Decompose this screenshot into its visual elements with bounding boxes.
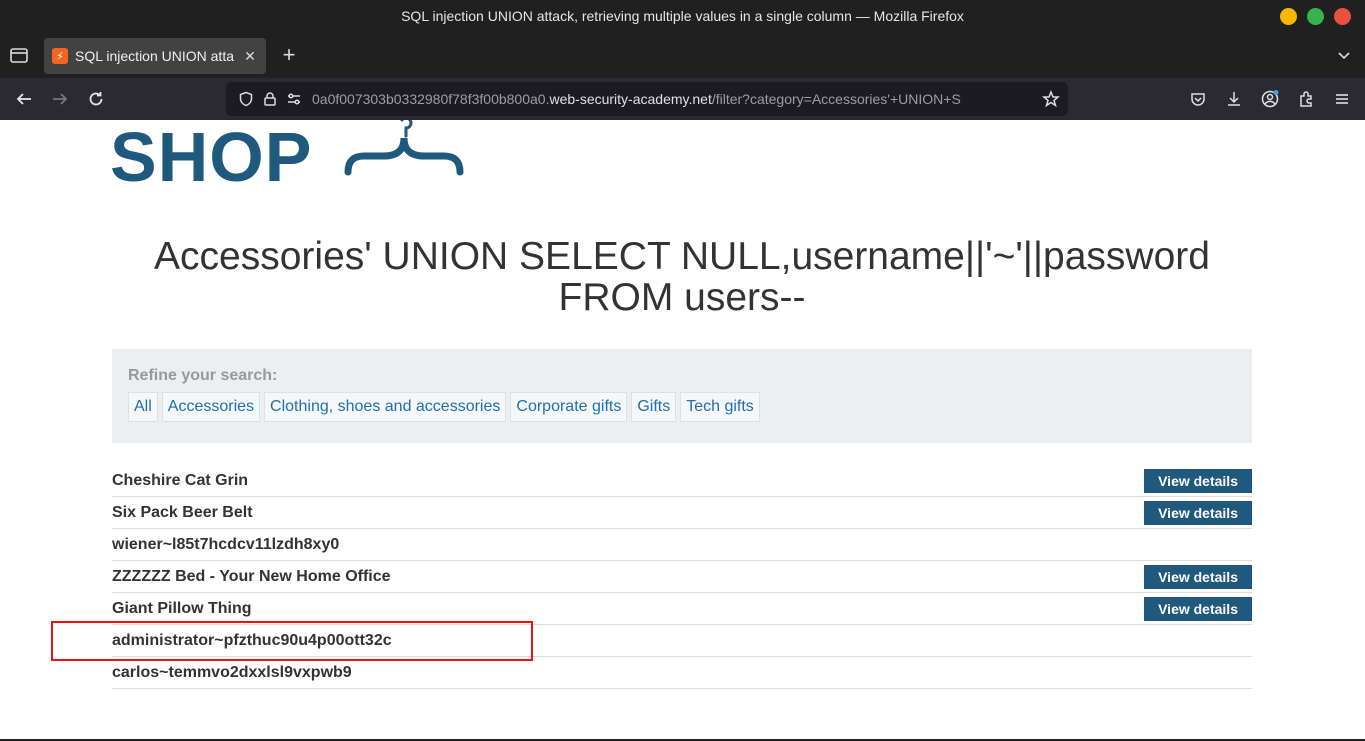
table-row: wiener~l85t7hcdcv11lzdh8xy0 [112, 529, 1252, 561]
filter-all[interactable]: All [128, 392, 158, 422]
tab-list-icon[interactable] [8, 44, 30, 66]
new-tab-button[interactable]: + [278, 44, 300, 66]
product-name: carlos~temmvo2dxxlsl9vxpwb9 [112, 663, 352, 681]
hanger-icon [344, 120, 464, 176]
forward-icon[interactable] [48, 87, 72, 111]
reload-icon[interactable] [84, 87, 108, 111]
refine-search-label: Refine your search: [128, 367, 278, 384]
page-title: Accessories' UNION SELECT NULL,username|… [154, 235, 1210, 319]
table-row: Cheshire Cat Grin View details [112, 465, 1252, 497]
highlight-box [51, 621, 533, 661]
filter-corporate-gifts[interactable]: Corporate gifts [510, 392, 628, 422]
url-text: 0a0f007303b0332980f78f3f00b800a0.web-sec… [312, 91, 1034, 107]
extensions-icon[interactable] [1295, 88, 1317, 110]
product-name: wiener~l85t7hcdcv11lzdh8xy0 [112, 535, 340, 553]
tab-active[interactable]: ⚡ SQL injection UNION atta ✕ [44, 38, 266, 74]
tab-title: SQL injection UNION atta [75, 48, 234, 64]
back-icon[interactable] [12, 87, 36, 111]
view-details-button[interactable]: View details [1144, 468, 1252, 493]
bookmark-star-icon[interactable] [1042, 89, 1060, 108]
logo-text: SHOP [110, 120, 313, 196]
window-title: SQL injection UNION attack, retrieving m… [401, 8, 964, 24]
table-row: ZZZZZZ Bed - Your New Home Office View d… [112, 561, 1252, 593]
maximize-button[interactable] [1307, 8, 1324, 25]
view-details-button[interactable]: View details [1144, 500, 1252, 525]
filter-tech-gifts[interactable]: Tech gifts [680, 392, 760, 422]
tab-bar: ⚡ SQL injection UNION atta ✕ + [0, 34, 1365, 78]
view-details-button[interactable]: View details [1144, 596, 1252, 621]
url-prefix: 0a0f007303b0332980f78f3f00b800a0. [312, 91, 550, 107]
pocket-icon[interactable] [1187, 88, 1209, 110]
site-permissions-icon[interactable] [285, 90, 303, 108]
product-name: Cheshire Cat Grin [112, 471, 249, 489]
navigation-toolbar: 0a0f007303b0332980f78f3f00b800a0.web-sec… [0, 78, 1365, 120]
product-name: Six Pack Beer Belt [112, 503, 253, 521]
web-page: SHOP Accessories' UNION SELECT NULL,user… [0, 120, 1365, 741]
menu-icon[interactable] [1331, 88, 1353, 110]
filter-links: All Accessories Clothing, shoes and acce… [128, 392, 1236, 422]
window-controls [1280, 8, 1351, 25]
download-icon[interactable] [1223, 88, 1245, 110]
window-titlebar: SQL injection UNION attack, retrieving m… [0, 0, 1365, 34]
table-row: carlos~temmvo2dxxlsl9vxpwb9 [112, 657, 1252, 689]
filter-clothing[interactable]: Clothing, shoes and accessories [264, 392, 507, 422]
url-bar[interactable]: 0a0f007303b0332980f78f3f00b800a0.web-sec… [226, 82, 1068, 116]
view-details-button[interactable]: View details [1144, 564, 1252, 589]
toolbar-right-icons [1187, 88, 1353, 110]
account-icon[interactable] [1259, 88, 1281, 110]
filter-gifts[interactable]: Gifts [631, 392, 677, 422]
lock-icon[interactable] [261, 90, 279, 108]
shield-icon[interactable] [237, 90, 255, 108]
filter-panel: Refine your search: All Accessories Clot… [112, 349, 1252, 443]
url-domain: web-security-academy.net [549, 91, 712, 107]
table-row: Six Pack Beer Belt View details [112, 497, 1252, 529]
product-name: ZZZZZZ Bed - Your New Home Office [112, 567, 391, 585]
filter-accessories[interactable]: Accessories [161, 392, 261, 422]
product-name: Giant Pillow Thing [112, 599, 252, 617]
lightning-icon: ⚡ [52, 48, 68, 64]
shop-logo[interactable]: SHOP [110, 122, 312, 192]
close-button[interactable] [1334, 8, 1351, 25]
tab-close-icon[interactable]: ✕ [242, 48, 258, 65]
minimize-button[interactable] [1280, 8, 1297, 25]
url-path: /filter?category=Accessories'+UNION+S [711, 91, 961, 107]
chevron-down-icon[interactable] [1335, 46, 1353, 64]
